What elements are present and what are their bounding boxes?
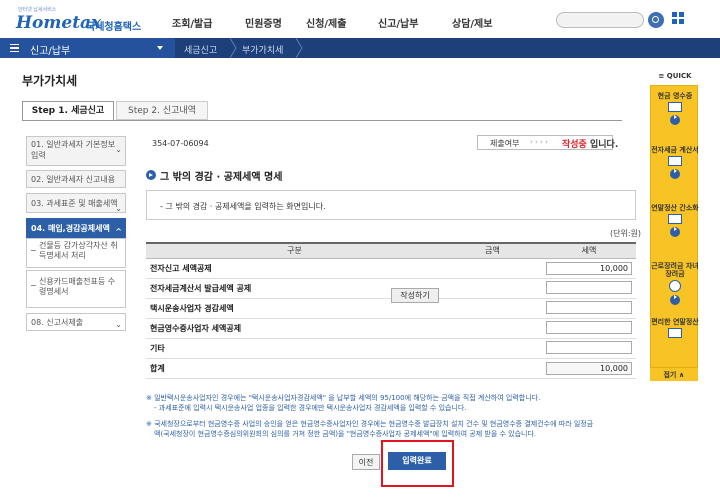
status-value: 작성중	[562, 140, 587, 150]
breadcrumb-vat[interactable]: 부가가치세	[242, 43, 283, 56]
chevron-down-icon: ⌄	[115, 204, 122, 213]
chevron-down-icon[interactable]	[157, 46, 163, 50]
col-header-category: 구분	[146, 242, 443, 259]
nav-section-title[interactable]: 신고/납부	[30, 42, 70, 57]
row-label: 합계	[146, 358, 443, 379]
row-label: 기타	[146, 338, 443, 359]
quick-panel: 현금 영수증 전자세금 계산서 연말정산 간소화 근로장려금 자녀장려금 편리한…	[650, 85, 699, 381]
menu-consult[interactable]: 상담/제보	[452, 15, 492, 30]
heart-icon	[669, 280, 681, 292]
menu-inquiry[interactable]: 조회/발급	[172, 15, 212, 30]
step-label: 08. 신고서제출	[31, 318, 84, 327]
quick-collapse-button[interactable]: 접기 ∧	[650, 367, 698, 381]
tab-step1-tax-filing[interactable]: Step 1. 세금신고	[22, 101, 114, 121]
search-input[interactable]	[556, 12, 644, 28]
note-taxi-sub: - 과세표준에 입력시 택시운송사업 업종을 입력한 경우에만 택시운송사업자 …	[154, 404, 467, 412]
substep-label: 신용카드매출전표등 수령명세서	[39, 277, 116, 296]
status-arrows: › › › ›	[530, 138, 548, 146]
col-header-tax: 세액	[541, 242, 636, 259]
tax-input-e-invoice[interactable]	[546, 280, 632, 294]
step-08-submit[interactable]: 08. 신고서제출 ⌄	[26, 313, 126, 331]
step-02-filing-content[interactable]: 02. 일반과세자 신고내용	[26, 170, 126, 188]
status-suffix: 입니다.	[590, 140, 619, 150]
substep-credit-card-receipts[interactable]: − 신용카드매출전표등 수령명세서	[26, 270, 126, 308]
breadcrumb-separator-icon	[295, 38, 303, 58]
quick-incentive[interactable]: 근로장려금 자녀장려금	[651, 262, 699, 305]
search-icon[interactable]	[648, 12, 664, 28]
highlight-box	[381, 440, 454, 487]
quick-label: 전자세금 계산서	[651, 146, 699, 154]
business-number: 354-07-06094	[152, 139, 209, 148]
tax-input-cash-receipt[interactable]	[546, 320, 632, 334]
step-label: 01. 일반과세자 기본정보 입력	[31, 140, 116, 160]
quick-label: 편리한 연말정산	[651, 318, 699, 326]
step-04-purchase-deduction[interactable]: 04. 매입,경감공제세액 ^	[26, 218, 126, 238]
step-03-tax-base[interactable]: 03. 과세표준 및 매출세액 ⌄	[26, 193, 126, 213]
quick-label: 연말정산 간소화	[651, 204, 699, 212]
unit-label: (단위:원)	[610, 229, 642, 238]
step-label: 03. 과세표준 및 매출세액	[31, 199, 118, 208]
note-cash-receipt-cont: 액(국세청장이 현금영수증심의위원회의 심의를 거쳐 정한 금액)을 "현금영수…	[154, 430, 537, 438]
menu-application[interactable]: 신청/제출	[306, 15, 346, 30]
col-header-amount: 금액	[442, 242, 542, 259]
invoice-icon	[668, 156, 682, 166]
quick-label: 근로장려금 자녀장려금	[651, 262, 699, 278]
step-label: 04. 매입,경감공제세액	[31, 224, 110, 233]
document-icon	[668, 328, 682, 338]
tab-step2-filing-history[interactable]: Step 2. 신고내역	[116, 101, 208, 120]
note-cash-receipt: ※ 국세청장으로부터 현금영수증 사업의 승인을 얻은 현금영수증사업자인 경우…	[146, 420, 594, 428]
row-label: 현금영수증사업자 세액공제	[146, 318, 443, 339]
minus-icon: −	[30, 246, 37, 255]
substep-depreciable-assets[interactable]: − 건물등 감가상각자산 취득명세서 처리	[26, 238, 126, 268]
arrow-circle-icon	[670, 115, 680, 125]
prev-button[interactable]: 이전	[352, 454, 380, 470]
chevron-down-icon: ⌄	[115, 145, 122, 154]
deduction-table: 구분 금액 세액 전자신고 세액공제 10,000 전자세금계산서 발급세액 공…	[146, 242, 636, 379]
write-button[interactable]: 작성하기	[391, 288, 439, 303]
calculator-icon	[668, 214, 682, 224]
arrow-circle-icon	[670, 295, 680, 305]
table-row: 현금영수증사업자 세액공제	[146, 318, 636, 339]
step-01-basic-info[interactable]: 01. 일반과세자 기본정보 입력 ⌄	[26, 136, 126, 166]
quick-cash-receipt[interactable]: 현금 영수증	[651, 92, 699, 125]
table-row: 전자신고 세액공제 10,000	[146, 258, 636, 279]
minus-icon: −	[30, 281, 37, 290]
page-title: 부가가치세	[22, 74, 78, 88]
grid-menu-icon[interactable]	[672, 12, 686, 26]
logo-kr: 국세청홈택스	[86, 22, 142, 33]
arrow-circle-icon	[670, 169, 680, 179]
quick-year-end[interactable]: 연말정산 간소화	[651, 204, 699, 237]
table-row: 기타	[146, 338, 636, 359]
quick-e-invoice[interactable]: 전자세금 계산서	[651, 146, 699, 179]
tax-input-taxi[interactable]	[546, 300, 632, 314]
table-row: 합계 10,000	[146, 358, 636, 379]
row-label: 전자신고 세액공제	[146, 258, 443, 279]
nav-section[interactable]	[0, 38, 175, 58]
breadcrumb-separator-icon	[229, 38, 237, 58]
quick-easy-year-end[interactable]: 편리한 연말정산	[651, 318, 699, 338]
section-title: 그 밖의 경감 · 공제세액 명세	[160, 172, 283, 183]
tab-divider	[22, 120, 622, 121]
breadcrumb-tax-filing[interactable]: 세금신고	[184, 43, 217, 56]
tax-total: 10,000	[546, 361, 632, 375]
chevron-up-icon: ^	[115, 227, 122, 236]
receipt-icon	[668, 102, 682, 112]
status-label: 제출여부	[490, 139, 520, 148]
info-text: - 그 밖의 경감 · 공제세액을 입력하는 화면입니다.	[160, 202, 326, 211]
logo-tagline: 안터넷 납세서비스	[18, 7, 57, 13]
hamburger-icon[interactable]	[10, 44, 19, 52]
hometax-logo[interactable]: 안터넷 납세서비스 Hometax 국세청홈택스	[16, 6, 146, 34]
menu-filing[interactable]: 신고/납부	[378, 15, 418, 30]
arrow-circle-icon	[670, 227, 680, 237]
tax-input-other[interactable]	[546, 340, 632, 354]
note-taxi: ※ 일반택시운송사업자인 경우에는 "택시운송사업자경감세액" 을 납부할 세액…	[146, 394, 541, 402]
quick-header: ≡ QUICK	[658, 72, 692, 80]
section-bullet-icon	[146, 170, 156, 180]
tax-input-e-filing[interactable]: 10,000	[546, 261, 632, 275]
chevron-down-icon: ⌄	[115, 320, 122, 329]
quick-label: 현금 영수증	[657, 92, 693, 100]
menu-certificate[interactable]: 민원증명	[245, 15, 282, 30]
substep-label: 건물등 감가상각자산 취득명세서 처리	[39, 241, 118, 260]
